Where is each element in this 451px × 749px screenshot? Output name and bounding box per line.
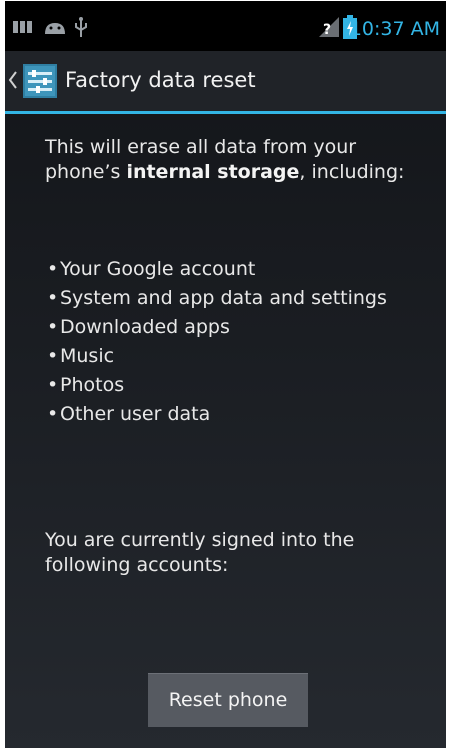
bullet-glyph: • — [47, 345, 59, 367]
notification-bars-icon — [13, 21, 32, 33]
bullet-glyph: • — [47, 374, 59, 396]
svg-text:?: ? — [323, 22, 331, 38]
list-item-label: System and app data and settings — [60, 287, 387, 309]
settings-app-icon[interactable] — [22, 63, 58, 99]
list-item: • System and app data and settings — [45, 286, 435, 310]
phone-screen: ? 10:37 AM Factory data reset This will … — [5, 1, 446, 748]
erased-items-list: • Your Google account • System and app dat… — [45, 257, 435, 431]
intro-text-end: , including: — [299, 161, 405, 183]
android-icon — [45, 23, 65, 34]
list-item-label: Downloaded apps — [60, 316, 230, 338]
page-title: Factory data reset — [65, 68, 256, 92]
list-item-label: Photos — [60, 374, 125, 396]
list-item: • Music — [45, 344, 435, 368]
list-item-label: Other user data — [60, 403, 211, 425]
list-item-label: Your Google account — [60, 258, 256, 280]
list-item-label: Music — [60, 345, 115, 367]
bullet-glyph: • — [47, 403, 59, 425]
chevron-left-icon[interactable] — [8, 70, 18, 90]
erase-warning-text: This will erase all data from your phone… — [45, 135, 435, 185]
status-bar: ? 10:37 AM — [5, 1, 446, 51]
action-bar-divider — [5, 111, 446, 114]
no-signal-icon: ? — [319, 17, 339, 38]
main-content: This will erase all data from your phone… — [45, 135, 435, 425]
bullet-glyph: • — [47, 316, 59, 338]
list-item: • Other user data — [45, 402, 435, 426]
status-time: 10:37 AM — [349, 18, 440, 40]
list-item: • Your Google account — [45, 257, 435, 281]
list-item: • Downloaded apps — [45, 315, 435, 339]
usb-icon — [75, 17, 87, 37]
reset-phone-button[interactable]: Reset phone — [148, 673, 308, 727]
intro-text-bold: internal storage — [126, 161, 300, 183]
list-item: • Photos — [45, 373, 435, 397]
signed-in-accounts-text: You are currently signed into the follow… — [45, 529, 355, 576]
bullet-glyph: • — [47, 258, 59, 280]
bullet-glyph: • — [47, 287, 59, 309]
